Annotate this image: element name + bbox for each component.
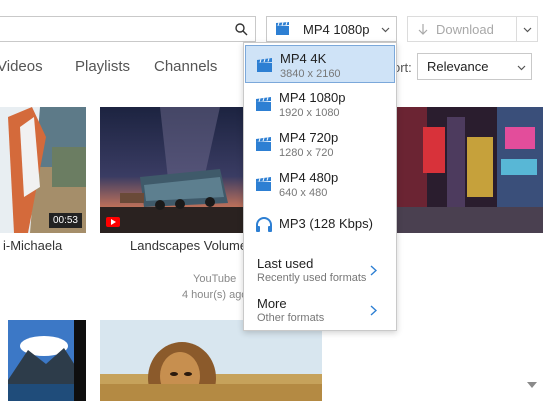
chevron-down-icon <box>523 27 532 33</box>
chevron-down-icon <box>517 65 526 71</box>
scroll-down-icon[interactable] <box>527 382 537 388</box>
video-icon <box>256 137 271 151</box>
format-select[interactable]: MP4 1080p <box>266 16 397 42</box>
video-icon <box>256 177 271 191</box>
video-source: YouTube <box>193 273 237 285</box>
menu-item-subtitle: 1280 x 720 <box>279 147 334 159</box>
menu-item-title: MP3 (128 Kbps) <box>279 216 373 231</box>
video-icon <box>257 58 272 72</box>
video-title[interactable]: i-Michaela <box>3 238 62 253</box>
submenu-more[interactable]: More Other formats <box>245 293 395 329</box>
tab-playlists[interactable]: Playlists <box>75 58 130 75</box>
submenu-last-used[interactable]: Last used Recently used formats <box>245 253 395 289</box>
search-input[interactable] <box>0 16 256 42</box>
sort-select[interactable]: Relevance <box>417 53 532 80</box>
video-age: 4 hour(s) ago <box>182 289 248 301</box>
thumbnail-image <box>8 320 86 401</box>
chevron-right-icon <box>370 265 377 276</box>
menu-item-title: MP4 4K <box>280 51 327 66</box>
video-thumbnail-1[interactable]: 00:53 <box>0 107 86 233</box>
submenu-title: More <box>257 296 287 311</box>
format-dropdown-menu: MP4 4K 3840 x 2160 MP4 1080p 1920 x 1080… <box>243 42 397 331</box>
video-thumbnail-5[interactable] <box>100 320 322 401</box>
video-thumbnail-4[interactable] <box>8 320 86 401</box>
menu-item-title: MP4 720p <box>279 130 339 145</box>
video-icon <box>256 97 271 111</box>
thumbnail-image <box>100 320 322 401</box>
menu-item-mp4-720p[interactable]: MP4 720p 1280 x 720 <box>245 125 395 163</box>
menu-item-mp4-480p[interactable]: MP4 480p 640 x 480 <box>245 165 395 203</box>
menu-item-mp4-1080p[interactable]: MP4 1080p 1920 x 1080 <box>245 85 395 123</box>
thumbnail-image <box>100 107 248 233</box>
chevron-right-icon <box>370 305 377 316</box>
download-button[interactable]: Download <box>407 16 517 42</box>
menu-item-title: MP4 480p <box>279 170 339 185</box>
headphones-icon <box>256 217 272 232</box>
tab-videos[interactable]: Videos <box>0 58 43 75</box>
video-thumbnail-3[interactable] <box>397 107 543 233</box>
menu-item-subtitle: 3840 x 2160 <box>280 68 341 80</box>
submenu-title: Last used <box>257 256 314 271</box>
sort-value: Relevance <box>427 59 489 74</box>
menu-item-subtitle: 640 x 480 <box>279 187 328 199</box>
youtube-icon <box>106 217 120 227</box>
tab-channels[interactable]: Channels <box>154 58 217 75</box>
submenu-subtitle: Recently used formats <box>257 272 367 284</box>
submenu-subtitle: Other formats <box>257 312 325 324</box>
chevron-down-icon <box>381 27 390 33</box>
download-options-button[interactable] <box>517 16 538 42</box>
menu-item-subtitle: 1920 x 1080 <box>279 107 340 119</box>
menu-item-mp3-128[interactable]: MP3 (128 Kbps) <box>245 205 395 243</box>
format-select-label: MP4 1080p <box>303 21 370 37</box>
menu-item-mp4-4k[interactable]: MP4 4K 3840 x 2160 <box>245 45 395 83</box>
video-thumbnail-2[interactable] <box>100 107 248 233</box>
video-title[interactable]: Landscapes Volume 4 <box>130 238 258 253</box>
download-arrow-icon <box>418 23 428 35</box>
video-duration: 00:53 <box>48 213 82 228</box>
thumbnail-image <box>397 107 543 233</box>
download-label: Download <box>436 21 494 37</box>
search-icon[interactable] <box>234 22 248 36</box>
menu-item-title: MP4 1080p <box>279 90 346 105</box>
video-icon <box>276 22 289 35</box>
